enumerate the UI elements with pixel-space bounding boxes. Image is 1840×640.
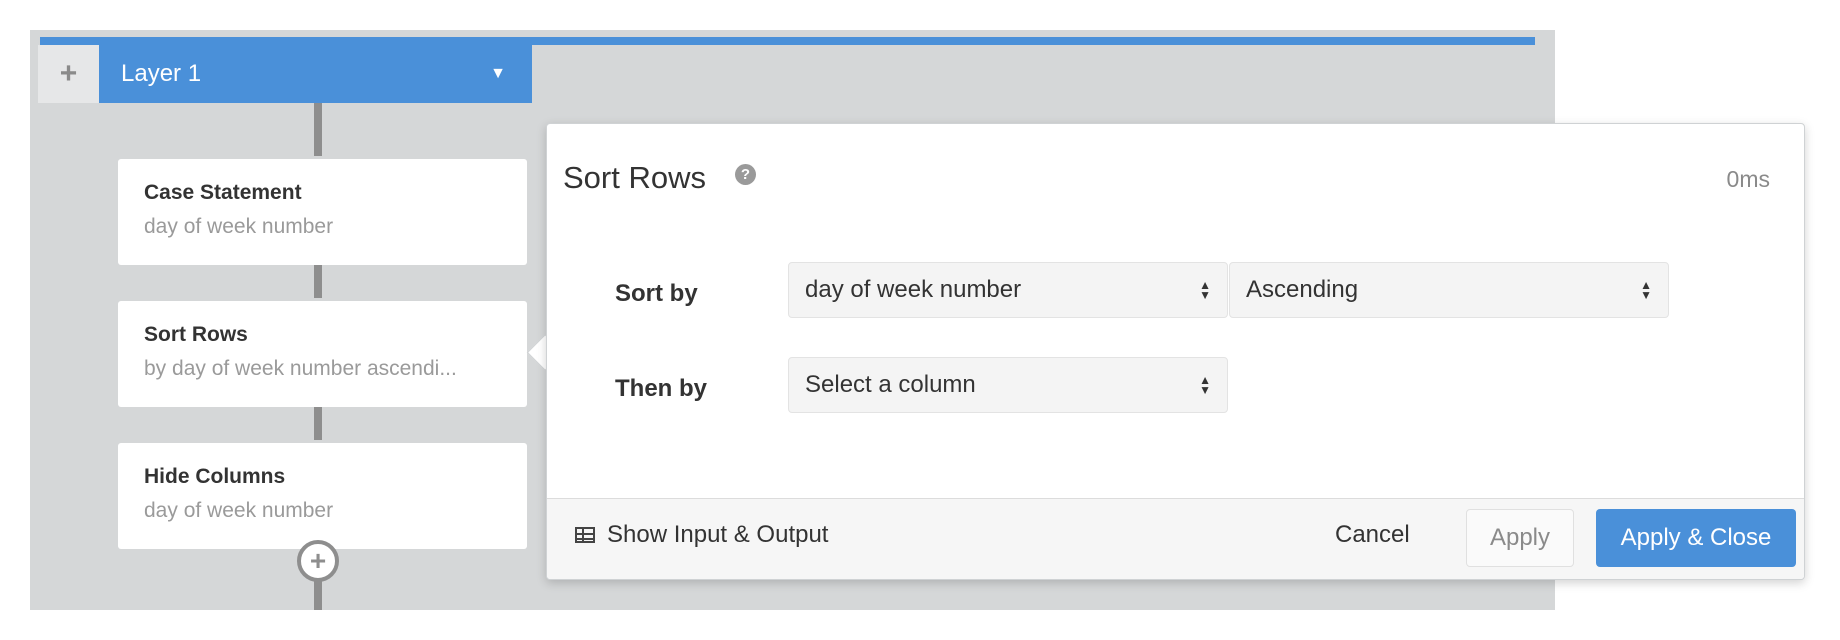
then-by-column-select[interactable]: Select a column ▲ ▼ [788, 357, 1228, 413]
panel-footer: Show Input & Output Cancel Apply Apply &… [547, 498, 1804, 579]
step-subtitle: day of week number [144, 499, 334, 522]
layer-bar: + Layer 1 ▼ [38, 45, 532, 103]
step-card-hide-columns[interactable]: Hide Columns day of week number [118, 443, 527, 549]
step-card-case-statement[interactable]: Case Statement day of week number [118, 159, 527, 265]
chevron-down-icon[interactable]: ▼ [490, 65, 506, 83]
connector-line [314, 103, 322, 156]
add-layer-button[interactable]: + [38, 45, 99, 103]
table-icon [575, 527, 595, 543]
select-value: Select a column [805, 371, 976, 398]
select-value: day of week number [805, 276, 1022, 303]
execution-time: 0ms [1726, 166, 1770, 192]
connector-line [314, 404, 322, 440]
help-icon[interactable]: ? [735, 164, 756, 185]
step-title: Hide Columns [144, 465, 286, 488]
sort-by-column-select[interactable]: day of week number ▲ ▼ [788, 262, 1228, 318]
step-title: Sort Rows [144, 323, 248, 346]
select-arrows-icon: ▲ ▼ [1640, 278, 1652, 302]
show-input-output-button[interactable]: Show Input & Output [575, 521, 828, 549]
connector-line [314, 262, 322, 298]
show-io-label: Show Input & Output [607, 521, 829, 548]
step-subtitle: by day of week number ascendi... [144, 357, 457, 380]
select-arrows-icon: ▲ ▼ [1199, 278, 1211, 302]
layer-tab-label: Layer 1 [121, 60, 202, 87]
layer-tab[interactable]: Layer 1 ▼ [99, 45, 532, 103]
sort-by-label: Sort by [615, 280, 698, 307]
step-card-sort-rows[interactable]: Sort Rows by day of week number ascendi.… [118, 301, 527, 407]
step-title: Case Statement [144, 181, 302, 204]
canvas-top-accent [40, 37, 1535, 45]
then-by-label: Then by [615, 375, 708, 402]
add-step-button[interactable]: + [297, 540, 339, 582]
select-arrows-icon: ▲ ▼ [1199, 373, 1211, 397]
step-subtitle: day of week number [144, 215, 334, 238]
cancel-button[interactable]: Cancel [1335, 521, 1410, 549]
plus-icon: + [309, 545, 327, 576]
apply-button[interactable]: Apply [1466, 509, 1574, 567]
sort-direction-select[interactable]: Ascending ▲ ▼ [1229, 262, 1669, 318]
sort-rows-panel: Sort Rows ? 0ms Sort by day of week numb… [546, 123, 1805, 580]
select-value: Ascending [1246, 276, 1359, 303]
apply-close-button[interactable]: Apply & Close [1596, 509, 1796, 567]
panel-title: Sort Rows [563, 160, 706, 195]
